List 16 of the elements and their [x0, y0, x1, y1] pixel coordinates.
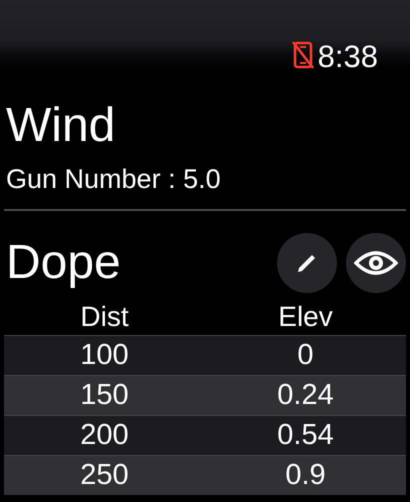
table-cell: 0.9 [285, 461, 326, 490]
status-time: 8:38 [318, 41, 378, 72]
column-header: Elev [278, 303, 333, 331]
table-cell: 0.54 [277, 421, 334, 450]
section-title: Dope [6, 239, 121, 287]
page-subtitle: Gun Number : 5.0 [6, 166, 222, 193]
table-cell: 0 [297, 341, 314, 370]
column-header: Dist [80, 303, 129, 331]
table-cell: 0.24 [277, 381, 334, 410]
table-cell: 200 [80, 421, 129, 450]
table-cell: 150 [80, 381, 129, 410]
eye-icon [354, 249, 398, 277]
table-cell: 250 [80, 461, 129, 490]
page-title: Wind [6, 102, 116, 150]
phone-disconnected-icon [292, 41, 314, 69]
table-cell: 100 [80, 341, 129, 370]
